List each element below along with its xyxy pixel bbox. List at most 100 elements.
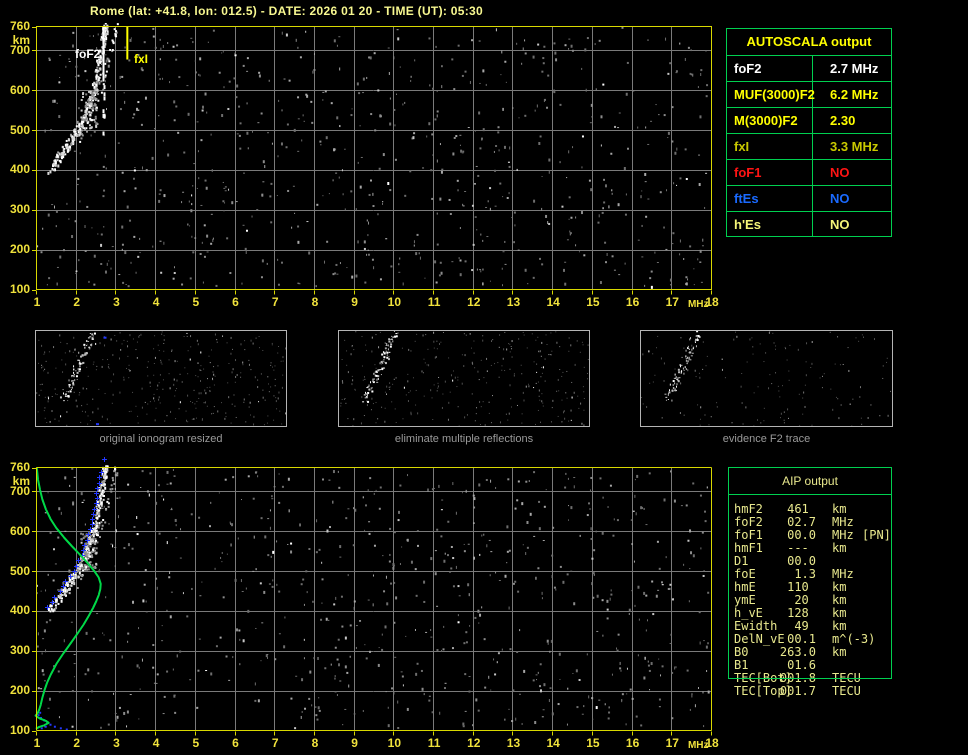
aip-table-title: AIP output: [729, 468, 891, 495]
x-tick-label: 12: [467, 735, 481, 750]
autoscala-row-m-3000-f2: M(3000)F2 2.30: [727, 108, 891, 134]
x-tick-label: 11: [427, 735, 441, 750]
x-tick-label: 10: [387, 735, 402, 750]
param-value: NO: [830, 191, 850, 206]
x-axis-unit: MHz: [687, 739, 709, 751]
thumbnail-eliminate-canvas: [339, 331, 589, 426]
y-tick-label: 300: [9, 643, 30, 658]
x-tick-label: 1: [33, 294, 41, 309]
y-tick-label: 600: [9, 82, 30, 97]
param-value: NO: [830, 217, 850, 232]
param-label: foF2: [727, 56, 813, 81]
y-tick-label: 500: [9, 122, 30, 137]
aip-row-hme: hmE 110 km: [728, 581, 918, 594]
y-tick-label: 400: [9, 162, 30, 177]
fof2-marker-label: foF2: [75, 47, 101, 61]
aip-row-hmf1: hmF1 --- km: [728, 542, 918, 555]
autoscala-row-fof2: foF2 2.7 MHz: [727, 56, 891, 82]
y-tick-label: 760: [9, 460, 30, 474]
param-unit: km: [832, 645, 847, 659]
x-tick-label: 14: [546, 294, 560, 309]
x-tick-label: 2: [73, 735, 81, 750]
param-value: 001.7: [779, 684, 816, 698]
x-tick-label: 5: [192, 294, 200, 309]
thumbnail-caption-eliminate: eliminate multiple reflections: [394, 433, 534, 445]
thumbnail-caption-evidence: evidence F2 trace: [722, 433, 811, 445]
y-tick-label: 700: [9, 483, 30, 498]
x-tick-label: 9: [351, 294, 358, 309]
param-value: 2.7 MHz: [830, 61, 879, 76]
param-label: foF1: [727, 160, 813, 185]
autoscala-table-title: AUTOSCALA output: [727, 29, 891, 56]
x-tick-label: 13: [506, 294, 521, 309]
x-tick-label: 10: [387, 294, 402, 309]
autoscala-row-fxi: fxI 3.3 MHz: [727, 134, 891, 160]
fxi-marker-label: fxI: [134, 52, 149, 66]
x-tick-label: 15: [586, 735, 600, 750]
x-tick-label: 7: [271, 735, 279, 750]
x-tick-label: 3: [113, 294, 120, 309]
x-tick-label: 12: [467, 294, 481, 309]
autoscala-row-muf-3000-f2: MUF(3000)F2 6.2 MHz: [727, 82, 891, 108]
x-tick-label: 16: [625, 294, 640, 309]
x-tick-label: 5: [192, 735, 200, 750]
y-tick-label: 200: [9, 242, 30, 257]
param-unit: TECU: [832, 684, 861, 698]
param-value: NO: [830, 165, 850, 180]
y-tick-label: 300: [9, 202, 30, 217]
y-tick-label: 200: [9, 683, 30, 698]
x-tick-label: 4: [152, 735, 160, 750]
y-tick-label: 600: [9, 523, 30, 538]
param-label: M(3000)F2: [727, 108, 813, 133]
autoscala-row-ftes: ftEs NO: [727, 186, 891, 212]
param-label: ftEs: [727, 186, 813, 211]
x-tick-label: 11: [427, 294, 441, 309]
x-tick-label: 16: [625, 735, 640, 750]
x-tick-label: 14: [546, 735, 560, 750]
x-tick-label: 17: [665, 735, 679, 750]
x-tick-label: 4: [152, 294, 160, 309]
x-tick-label: 8: [311, 735, 319, 750]
thumbnail-evidence-f2: [640, 330, 893, 427]
y-tick-label: 700: [9, 42, 30, 57]
thumbnail-original-ionogram: [35, 330, 287, 427]
autoscala-row-fof1: foF1 NO: [727, 160, 891, 186]
thumbnail-evidence-canvas: [641, 331, 892, 426]
x-tick-label: 8: [311, 294, 319, 309]
page-title: Rome (lat: +41.8, lon: 012.5) - DATE: 20…: [90, 4, 483, 18]
thumbnail-eliminate-reflections: [338, 330, 590, 427]
x-tick-label: 1: [33, 735, 41, 750]
y-tick-label: 760: [9, 19, 30, 33]
autoscala-ionogram-screen: Rome (lat: +41.8, lon: 012.5) - DATE: 20…: [0, 0, 968, 755]
x-tick-label: 9: [351, 735, 358, 750]
aip-row-foe: foE 1.3 MHz: [728, 568, 918, 581]
param-label: fxI: [727, 134, 813, 159]
param-flag: [PN]: [862, 528, 891, 542]
x-tick-label: 6: [232, 735, 239, 750]
x-tick-label: 6: [232, 294, 239, 309]
x-tick-label: 15: [586, 294, 600, 309]
x-tick-label: 13: [506, 735, 521, 750]
param-value: 2.30: [830, 113, 856, 128]
y-tick-label: 400: [9, 603, 30, 618]
autoscala-row-h-es: h'Es NO: [727, 212, 891, 237]
aip-row-deln-ve: DelN_vE 00.1 m^(-3): [728, 633, 918, 646]
thumbnail-caption-original: original ionogram resized: [99, 433, 223, 445]
x-tick-label: 7: [271, 294, 279, 309]
param-label: h'Es: [727, 212, 813, 237]
x-axis-unit: MHz: [687, 298, 709, 310]
x-tick-label: 2: [73, 294, 81, 309]
param-label: MUF(3000)F2: [727, 82, 815, 107]
y-tick-label: 500: [9, 563, 30, 578]
aip-row-b0: B0 263.0 km: [728, 646, 918, 659]
param-value: 3.3 MHz: [830, 139, 879, 154]
aip-row-d1: D1 00.0: [728, 555, 918, 568]
x-tick-label: 17: [665, 294, 679, 309]
x-tick-label: 3: [113, 735, 120, 750]
param-unit: km: [832, 541, 847, 555]
bottom-ionogram-canvas: [32, 451, 717, 738]
aip-row-tec-top-: TEC[Top] 001.7 TECU: [728, 685, 918, 698]
param-value: 6.2 MHz: [830, 87, 879, 102]
thumbnail-original-canvas: [36, 331, 286, 426]
autoscala-table-rows: foF2 2.7 MHz MUF(3000)F2 6.2 MHz M(3000)F2 2.…: [727, 56, 891, 237]
